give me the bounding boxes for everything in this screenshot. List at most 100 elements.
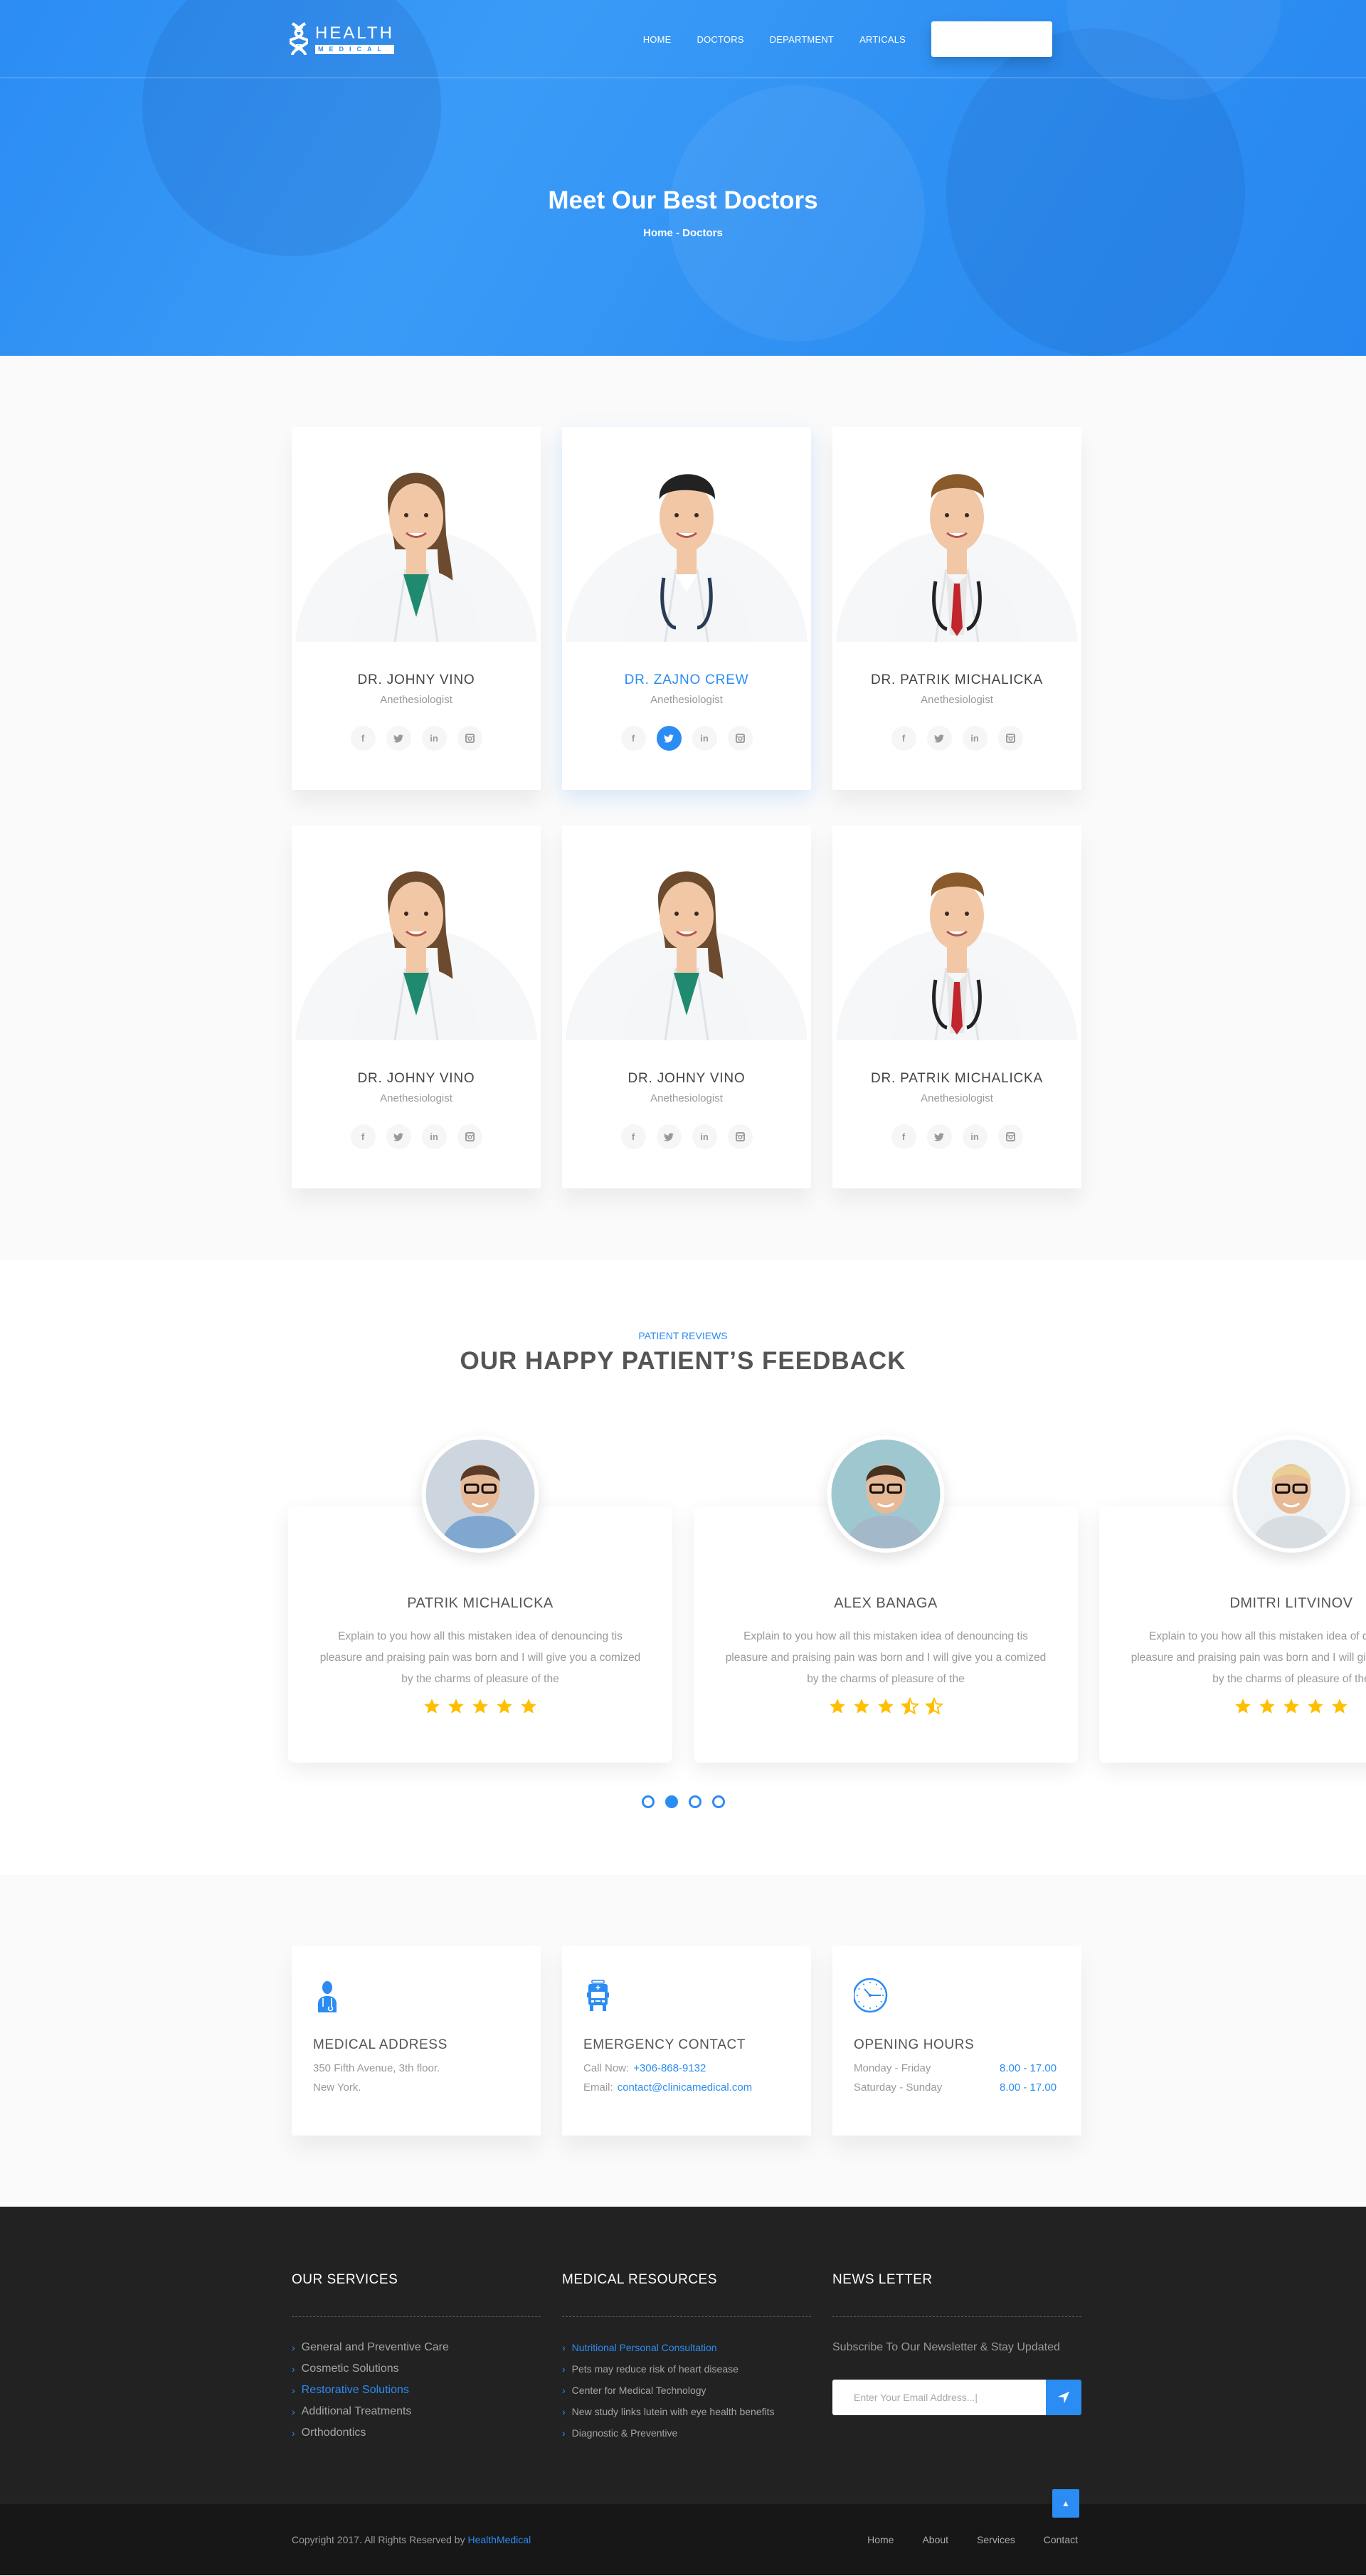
doctor-photo xyxy=(893,872,1021,1040)
footer-link-label: Orthodontics xyxy=(301,2427,366,2439)
footer-link-about[interactable]: About xyxy=(922,2534,948,2545)
social-links: f in xyxy=(292,1124,541,1149)
facebook-button[interactable]: f xyxy=(620,726,646,751)
doctor-name[interactable]: DR. PATRIK MICHALICKA xyxy=(832,1071,1081,1087)
nav-doctors[interactable]: DOCTORS xyxy=(697,34,744,45)
resources-list: › Nutritional Personal Consultation › Pets … xyxy=(562,2337,811,2444)
doctor-card[interactable]: DR. JOHNY VINO Anethesiologist f in xyxy=(562,825,811,1188)
twitter-button[interactable] xyxy=(656,1124,682,1149)
carousel-dot[interactable] xyxy=(641,1795,655,1808)
patient-avatar xyxy=(1232,1435,1350,1553)
footer: OUR SERVICES › General and Preventive Car… xyxy=(0,2207,1366,2504)
facebook-button[interactable]: f xyxy=(350,1124,376,1149)
instagram-icon xyxy=(735,734,745,743)
linkedin-button[interactable]: in xyxy=(962,726,988,751)
footer-list-item[interactable]: › Restorative Solutions xyxy=(292,2380,541,2401)
doctor-photo-area xyxy=(562,825,811,1041)
carousel-dot[interactable] xyxy=(665,1795,678,1808)
footer-link-home[interactable]: Home xyxy=(867,2534,894,2545)
newsletter-submit-button[interactable] xyxy=(1046,2380,1081,2415)
footer-list-item[interactable]: › New study links lutein with eye health … xyxy=(562,2401,811,2422)
footer-list-item[interactable]: › Center for Medical Technology xyxy=(562,2380,811,2401)
facebook-icon: f xyxy=(631,733,635,744)
twitter-icon xyxy=(934,1132,944,1141)
doctor-name[interactable]: DR. ZAJNO CREW xyxy=(562,672,811,688)
appointment-button[interactable]: APPOINTMENT xyxy=(931,21,1052,57)
doctor-card[interactable]: DR. ZAJNO CREW Anethesiologist f in xyxy=(562,427,811,790)
copyright-text: Copyright 2017. All Rights Reserved by H… xyxy=(292,2534,531,2545)
chevron-right-icon: › xyxy=(562,2385,566,2396)
footer-list-item[interactable]: › Cosmetic Solutions xyxy=(292,2358,541,2380)
doctor-name[interactable]: DR. JOHNY VINO xyxy=(292,1071,541,1087)
newsletter-title: NEWS LETTER xyxy=(832,2272,1081,2317)
copyright-label: Copyright 2017. All Rights Reserved by xyxy=(292,2534,468,2545)
instagram-button[interactable] xyxy=(457,726,482,751)
instagram-button[interactable] xyxy=(997,726,1023,751)
linkedin-button[interactable]: in xyxy=(692,1124,717,1149)
phone-link[interactable]: +306-868-9132 xyxy=(633,2062,706,2074)
twitter-button[interactable] xyxy=(926,726,952,751)
instagram-icon xyxy=(1005,734,1015,743)
instagram-button[interactable] xyxy=(457,1124,482,1149)
facebook-button[interactable]: f xyxy=(350,726,376,751)
star-full-icon xyxy=(830,1699,845,1714)
brand-link[interactable]: HealthMedical xyxy=(467,2534,531,2545)
twitter-button[interactable] xyxy=(926,1124,952,1149)
doctor-name[interactable]: DR. PATRIK MICHALICKA xyxy=(832,672,1081,688)
doctor-name[interactable]: DR. JOHNY VINO xyxy=(292,672,541,688)
carousel-pagination xyxy=(0,1795,1366,1808)
carousel-dot[interactable] xyxy=(711,1795,725,1808)
instagram-button[interactable] xyxy=(727,1124,753,1149)
nav-department[interactable]: DEPARTMENT xyxy=(770,34,834,45)
linkedin-button[interactable]: in xyxy=(421,1124,447,1149)
twitter-button[interactable] xyxy=(656,726,682,751)
review-card: PATRIK MICHALICKA Explain to you how all… xyxy=(288,1435,672,1763)
footer-link-services[interactable]: Services xyxy=(977,2534,1015,2545)
newsletter-email-input[interactable] xyxy=(832,2380,1046,2415)
doctor-photo xyxy=(352,871,480,1040)
site-logo[interactable]: HEALTH MEDICAL xyxy=(290,21,394,57)
social-links: f in xyxy=(832,726,1081,751)
footer-list-item[interactable]: › Nutritional Personal Consultation xyxy=(562,2337,811,2358)
linkedin-button[interactable]: in xyxy=(692,726,717,751)
footer-list-item[interactable]: › Additional Treatments xyxy=(292,2401,541,2422)
instagram-button[interactable] xyxy=(727,726,753,751)
linkedin-button[interactable]: in xyxy=(962,1124,988,1149)
doctor-card[interactable]: DR. JOHNY VINO Anethesiologist f in xyxy=(292,427,541,790)
footer-list-item[interactable]: › General and Preventive Care xyxy=(292,2337,541,2358)
chevron-right-icon: › xyxy=(562,2406,566,2417)
email-link[interactable]: contact@clinicamedical.com xyxy=(618,2081,752,2094)
footer-list-item[interactable]: › Diagnostic & Preventive xyxy=(562,2422,811,2444)
facebook-button[interactable]: f xyxy=(620,1124,646,1149)
carousel-dot[interactable] xyxy=(688,1795,701,1808)
doctor-card[interactable]: DR. PATRIK MICHALICKA Anethesiologist f i… xyxy=(832,427,1081,790)
review-card: ALEX BANAGA Explain to you how all this … xyxy=(694,1435,1078,1763)
facebook-button[interactable]: f xyxy=(891,726,916,751)
social-links: f in xyxy=(832,1124,1081,1149)
breadcrumb: Home - Doctors xyxy=(643,227,723,239)
facebook-icon: f xyxy=(901,733,906,744)
footer-list-item[interactable]: › Orthodontics xyxy=(292,2422,541,2444)
social-links: f in xyxy=(562,726,811,751)
doctor-card[interactable]: DR. PATRIK MICHALICKA Anethesiologist f i… xyxy=(832,825,1081,1188)
footer-services: OUR SERVICES › General and Preventive Car… xyxy=(292,2272,541,2444)
chevron-right-icon: › xyxy=(562,2427,566,2439)
footer-link-contact[interactable]: Contact xyxy=(1044,2534,1078,2545)
nav-articals[interactable]: ARTICALS xyxy=(859,34,906,45)
contact-info-section: MEDICAL ADDRESS 350 Fifth Avenue, 3th fl… xyxy=(0,1875,1366,2207)
back-to-top-button[interactable]: ▲ xyxy=(1052,2489,1079,2518)
twitter-button[interactable] xyxy=(386,1124,411,1149)
facebook-button[interactable]: f xyxy=(891,1124,916,1149)
social-links: f in xyxy=(292,726,541,751)
twitter-icon xyxy=(664,734,674,743)
linkedin-button[interactable]: in xyxy=(421,726,447,751)
doctor-photo xyxy=(352,473,480,642)
services-list: › General and Preventive Care › Cosmetic So… xyxy=(292,2337,541,2444)
footer-list-item[interactable]: › Pets may reduce risk of heart disease xyxy=(562,2358,811,2380)
nav-home[interactable]: HOME xyxy=(643,34,672,45)
clock-icon xyxy=(852,1978,888,2013)
doctor-name[interactable]: DR. JOHNY VINO xyxy=(562,1071,811,1087)
instagram-button[interactable] xyxy=(997,1124,1023,1149)
doctor-card[interactable]: DR. JOHNY VINO Anethesiologist f in xyxy=(292,825,541,1188)
twitter-button[interactable] xyxy=(386,726,411,751)
